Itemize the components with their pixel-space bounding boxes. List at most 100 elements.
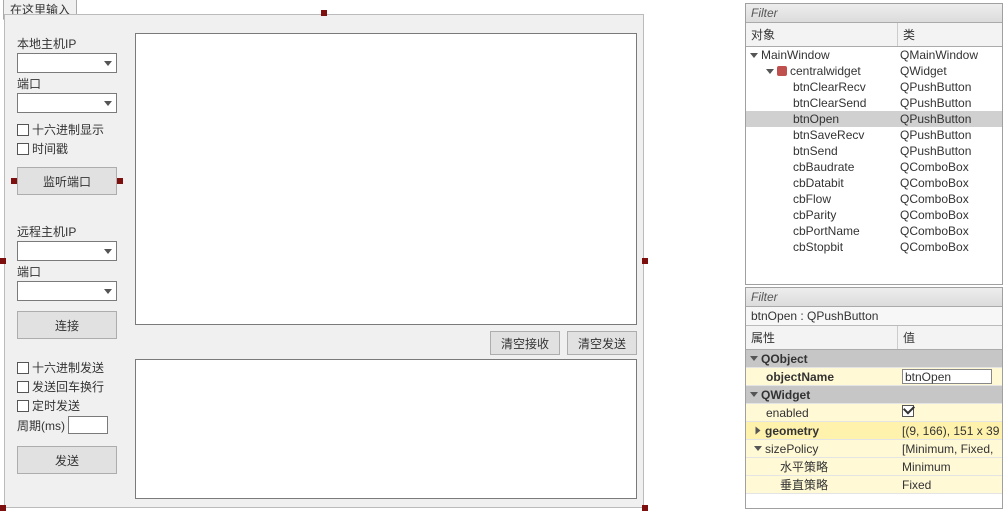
tree-row[interactable]: MainWindow QMainWindow	[746, 47, 1002, 63]
form-designer: 在这里输入 本地主机IP 端口 十六进制显示 时间戳 监听端口 远程主机IP 端…	[0, 0, 650, 511]
object-name: MainWindow	[761, 48, 830, 62]
prop-objectname[interactable]: objectNamebtnOpen	[746, 368, 1002, 386]
object-class: QComboBox	[898, 208, 1002, 222]
col-val[interactable]: 值	[898, 326, 1002, 349]
col-object[interactable]: 对象	[746, 23, 898, 46]
tree-row[interactable]: cbParity QComboBox	[746, 207, 1002, 223]
recv-textbox[interactable]	[135, 33, 637, 325]
tree-row[interactable]: btnSaveRecv QPushButton	[746, 127, 1002, 143]
widget-icon	[777, 66, 787, 76]
connect-button[interactable]: 连接	[17, 311, 117, 339]
remote-port-combo[interactable]	[17, 281, 117, 301]
object-tree[interactable]: MainWindow QMainWindow centralwidget QWidge…	[746, 47, 1002, 284]
local-ip-combo[interactable]	[17, 53, 117, 73]
tree-row[interactable]: cbPortNameQComboBox	[746, 223, 1002, 239]
resize-handle[interactable]	[11, 178, 17, 184]
remote-port-label: 端口	[17, 263, 125, 280]
tree-row[interactable]: btnOpen QPushButton	[746, 111, 1002, 127]
chevron-down-icon	[750, 356, 758, 361]
local-port-label: 端口	[17, 75, 125, 92]
local-port-combo[interactable]	[17, 93, 117, 113]
col-class[interactable]: 类	[898, 23, 1002, 46]
object-class: QPushButton	[898, 128, 1002, 142]
tree-row[interactable]: btnSend QPushButton	[746, 143, 1002, 159]
remote-ip-combo[interactable]	[17, 241, 117, 261]
main-form[interactable]: 本地主机IP 端口 十六进制显示 时间戳 监听端口 远程主机IP 端口 连接 十…	[4, 14, 644, 508]
checkbox-icon	[17, 143, 29, 155]
object-class: QPushButton	[898, 80, 1002, 94]
resize-handle[interactable]	[0, 258, 6, 264]
hex-send-check[interactable]: 十六进制发送	[17, 359, 125, 376]
hex-display-check[interactable]: 十六进制显示	[17, 121, 125, 138]
period-input[interactable]	[68, 416, 108, 434]
object-name: btnSaveRecv	[793, 128, 864, 142]
resize-handle[interactable]	[321, 10, 327, 16]
crlf-send-check[interactable]: 发送回车换行	[17, 378, 125, 395]
resize-handle[interactable]	[117, 178, 123, 184]
chevron-down-icon[interactable]	[766, 69, 774, 74]
tree-header: 对象 类	[746, 23, 1002, 47]
filter-field[interactable]: Filter	[746, 288, 1002, 307]
object-class: QComboBox	[898, 224, 1002, 238]
prop-header: 属性 值	[746, 326, 1002, 350]
object-name: btnOpen	[793, 112, 839, 126]
object-name: centralwidget	[790, 64, 861, 78]
group-qwidget[interactable]: QWidget	[746, 386, 1002, 404]
chevron-down-icon[interactable]	[750, 53, 758, 58]
object-class: QComboBox	[898, 192, 1002, 206]
chevron-right-icon	[756, 427, 761, 435]
prop-enabled[interactable]: enabled	[746, 404, 1002, 422]
object-class: QWidget	[898, 64, 1002, 78]
prop-sizepolicy[interactable]: sizePolicy[Minimum, Fixed,	[746, 440, 1002, 458]
listen-button[interactable]: 监听端口	[17, 167, 117, 195]
object-name: cbDatabit	[793, 176, 844, 190]
left-panel: 本地主机IP 端口 十六进制显示 时间戳 监听端口 远程主机IP 端口 连接 十…	[17, 33, 125, 474]
enabled-checkbox[interactable]	[902, 405, 914, 417]
timed-send-check[interactable]: 定时发送	[17, 397, 125, 414]
prop-vpolicy[interactable]: 垂直策略Fixed	[746, 476, 1002, 494]
object-name: btnSend	[793, 144, 838, 158]
group-qobject[interactable]: QObject	[746, 350, 1002, 368]
tree-row[interactable]: cbBaudrate QComboBox	[746, 159, 1002, 175]
object-name: cbBaudrate	[793, 160, 854, 174]
send-textbox[interactable]	[135, 359, 637, 499]
resize-handle[interactable]	[642, 258, 648, 264]
property-editor: Filter btnOpen : QPushButton 属性 值 QObjec…	[745, 287, 1003, 509]
checkbox-icon	[17, 362, 29, 374]
object-class: QComboBox	[898, 160, 1002, 174]
tree-row[interactable]: cbStopbit QComboBox	[746, 239, 1002, 255]
tree-row[interactable]: cbDatabit QComboBox	[746, 175, 1002, 191]
tree-row[interactable]: centralwidget QWidget	[746, 63, 1002, 79]
objectname-input[interactable]: btnOpen	[902, 369, 992, 384]
timestamp-check[interactable]: 时间戳	[17, 140, 125, 157]
object-name: cbParity	[793, 208, 836, 222]
prop-geometry[interactable]: geometry[(9, 166), 151 x 39	[746, 422, 1002, 440]
tree-row[interactable]: cbFlowQComboBox	[746, 191, 1002, 207]
object-line: btnOpen : QPushButton	[746, 307, 1002, 326]
tree-row[interactable]: btnClearRecvQPushButton	[746, 79, 1002, 95]
object-class: QMainWindow	[898, 48, 1002, 62]
clear-recv-button[interactable]: 清空接收	[490, 331, 560, 355]
object-name: cbStopbit	[793, 240, 843, 254]
send-button[interactable]: 发送	[17, 446, 117, 474]
resize-handle[interactable]	[0, 505, 6, 511]
period-row: 周期(ms)	[17, 416, 125, 434]
property-list[interactable]: QObject objectNamebtnOpen QWidget enable…	[746, 350, 1002, 508]
object-class: QPushButton	[898, 96, 1002, 110]
object-class: QComboBox	[898, 176, 1002, 190]
clear-send-button[interactable]: 清空发送	[567, 331, 637, 355]
prop-hpolicy[interactable]: 水平策略Minimum	[746, 458, 1002, 476]
checkbox-icon	[17, 124, 29, 136]
tree-row[interactable]: btnClearSend QPushButton	[746, 95, 1002, 111]
checkbox-icon	[17, 400, 29, 412]
object-class: QPushButton	[898, 144, 1002, 158]
resize-handle[interactable]	[642, 505, 648, 511]
object-inspector: Filter 对象 类 MainWindowQMainWindowcentral…	[745, 3, 1003, 285]
checkbox-icon	[17, 381, 29, 393]
col-prop[interactable]: 属性	[746, 326, 898, 349]
object-class: QComboBox	[898, 240, 1002, 254]
object-name: btnClearSend	[793, 96, 866, 110]
filter-field[interactable]: Filter	[746, 4, 1002, 23]
object-class: QPushButton	[898, 112, 1002, 126]
local-ip-label: 本地主机IP	[17, 35, 125, 52]
